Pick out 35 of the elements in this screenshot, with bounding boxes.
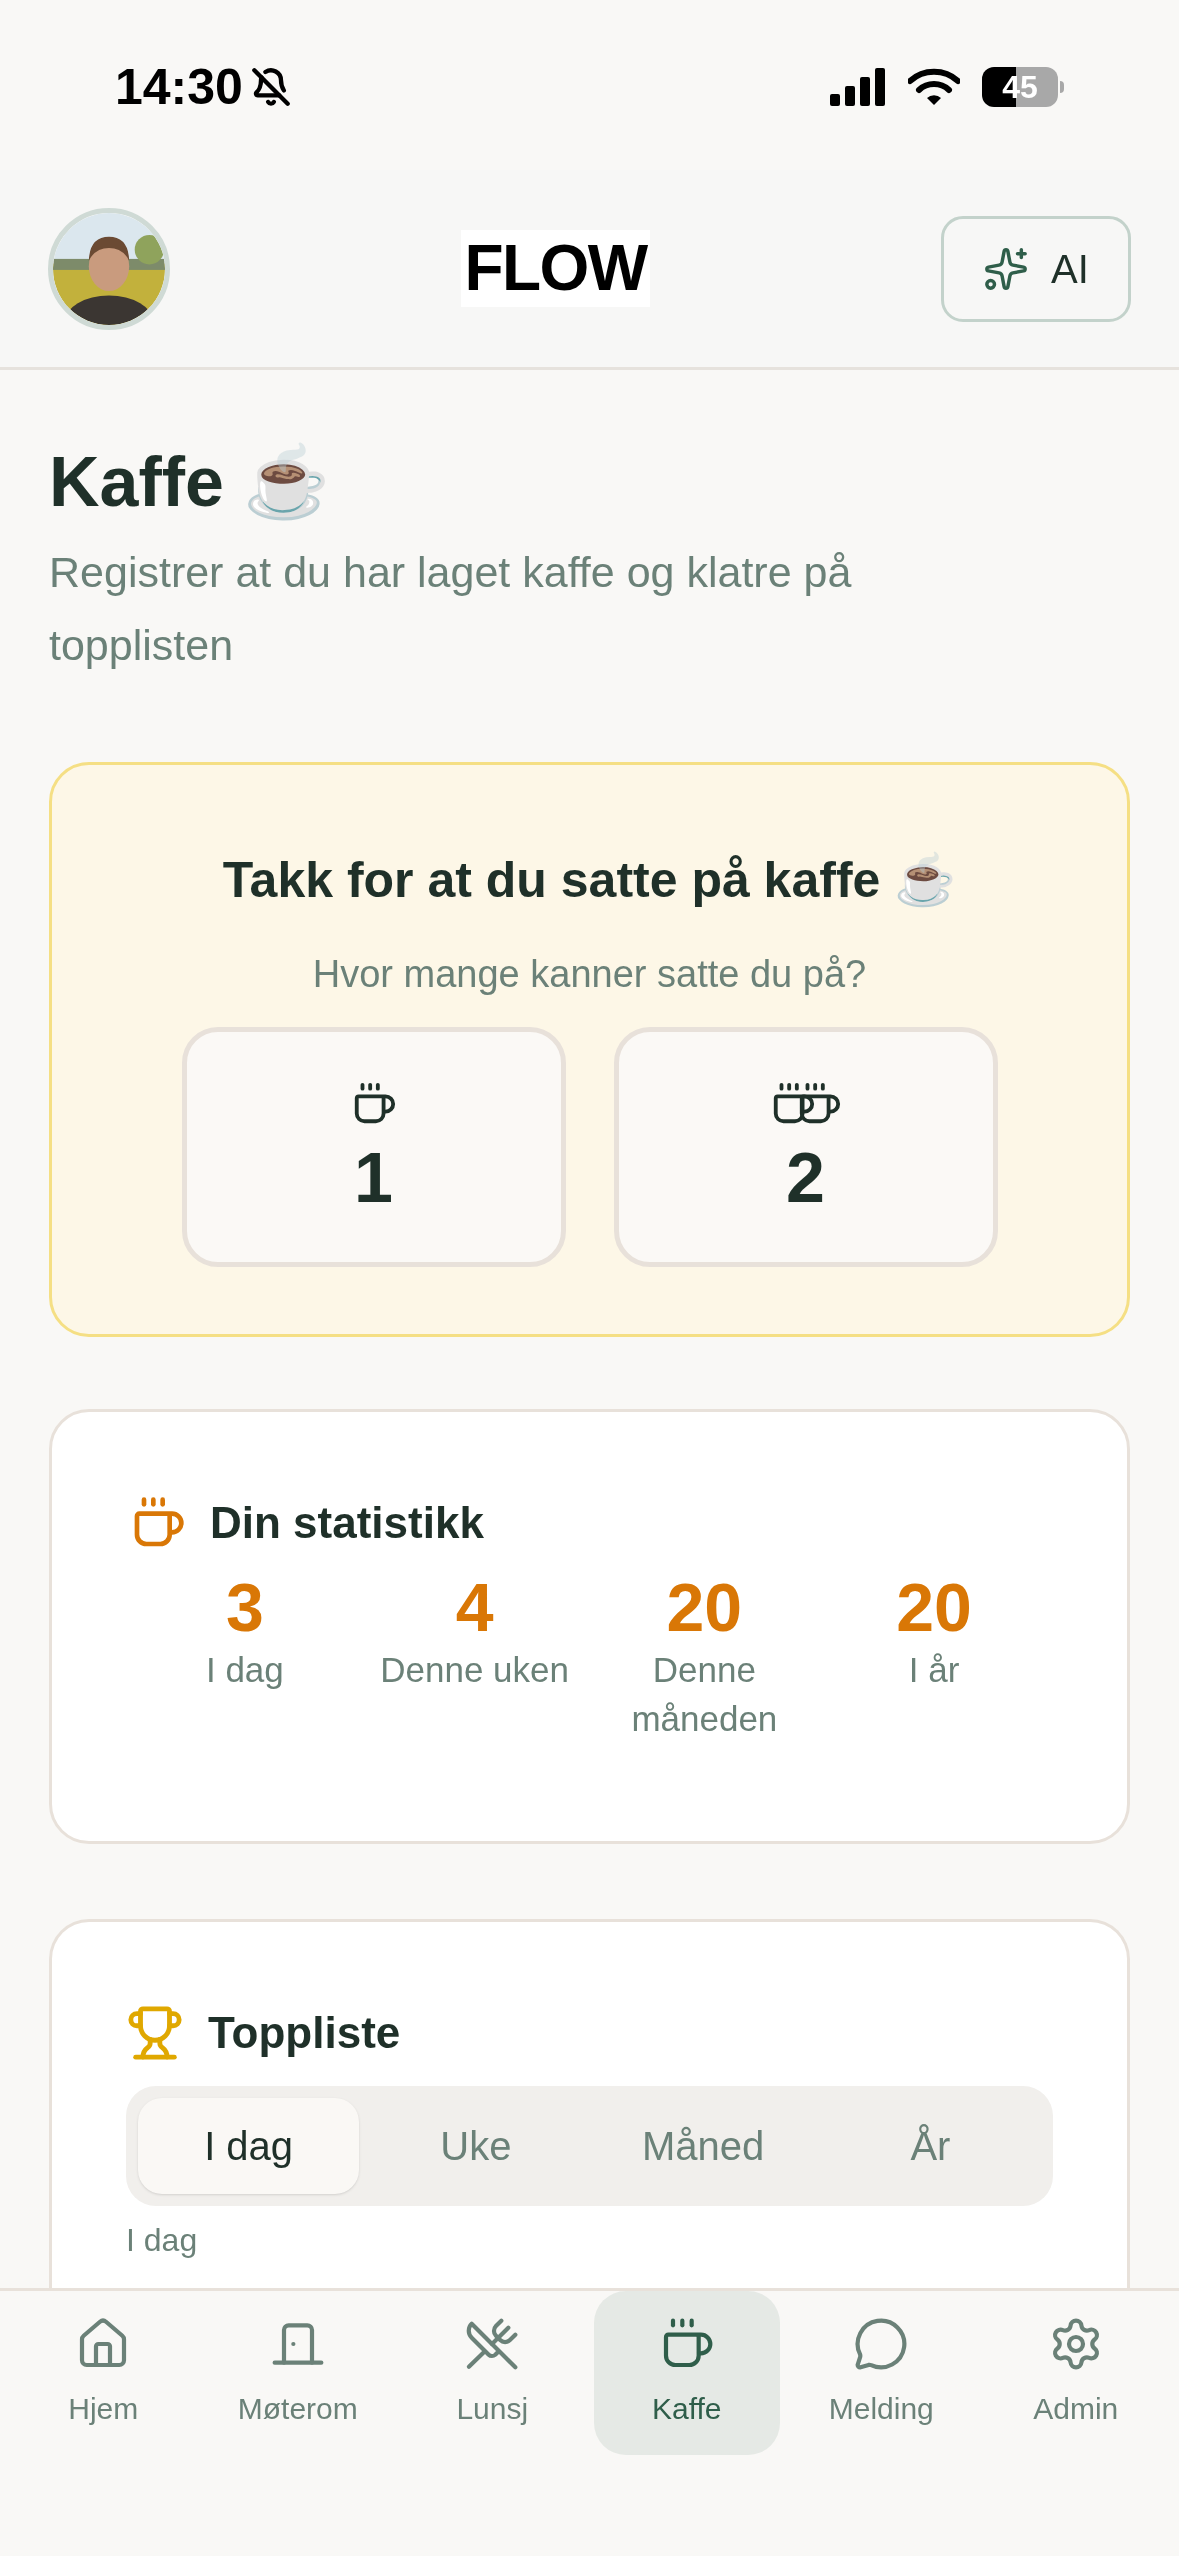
period-tab[interactable]: Uke: [365, 2098, 587, 2195]
period-tab[interactable]: Måned: [592, 2098, 814, 2195]
nav-tab[interactable]: Admin: [982, 2291, 1169, 2455]
nav-tab[interactable]: Hjem: [10, 2291, 197, 2455]
wifi-icon: [908, 68, 960, 106]
brew-question: Hvor mange kanner satte du på?: [312, 952, 867, 998]
page-title: Kaffe ☕: [49, 442, 332, 523]
trophy-icon: [126, 2004, 184, 2063]
stat-label: I dag: [204, 1649, 285, 1691]
stat-value: 4: [455, 1570, 494, 1645]
leaderboard-title: Toppliste: [208, 2007, 401, 2060]
period-tab[interactable]: I dag: [138, 2098, 360, 2195]
stat-value: 20: [896, 1570, 972, 1645]
signal-icon: [830, 68, 886, 106]
sparkles-icon: [983, 245, 1030, 292]
ai-button[interactable]: AI: [941, 215, 1131, 322]
stat-label: I år: [907, 1649, 961, 1691]
utensils-icon: [464, 2315, 521, 2372]
nav-tab[interactable]: Lunsj: [399, 2291, 586, 2455]
stat-value: 20: [666, 1570, 743, 1645]
pot-count-button[interactable]: 1: [181, 1027, 566, 1268]
page-subtitle: Registrer at du har laget kaffe og klatre på topplisten: [49, 547, 853, 672]
nav-tab[interactable]: Møterom: [204, 2291, 391, 2455]
status-time: 14:30: [115, 57, 243, 117]
nav-tab[interactable]: Kaffe: [593, 2291, 780, 2455]
stat-value: 3: [225, 1570, 264, 1645]
stat-label: Denne måneden: [630, 1649, 779, 1740]
app-logo: FLOW: [460, 230, 651, 307]
pot-count-button[interactable]: 2: [613, 1027, 998, 1268]
nav-tab[interactable]: Melding: [788, 2291, 975, 2455]
stats-title: Din statistikk: [210, 1497, 484, 1550]
period-tab[interactable]: År: [819, 2098, 1041, 2195]
section-label: I dag: [126, 2221, 199, 2261]
brew-card-title: Takk for at du satte på kaffe ☕: [222, 851, 957, 911]
stat-label: Denne uken: [379, 1649, 570, 1691]
